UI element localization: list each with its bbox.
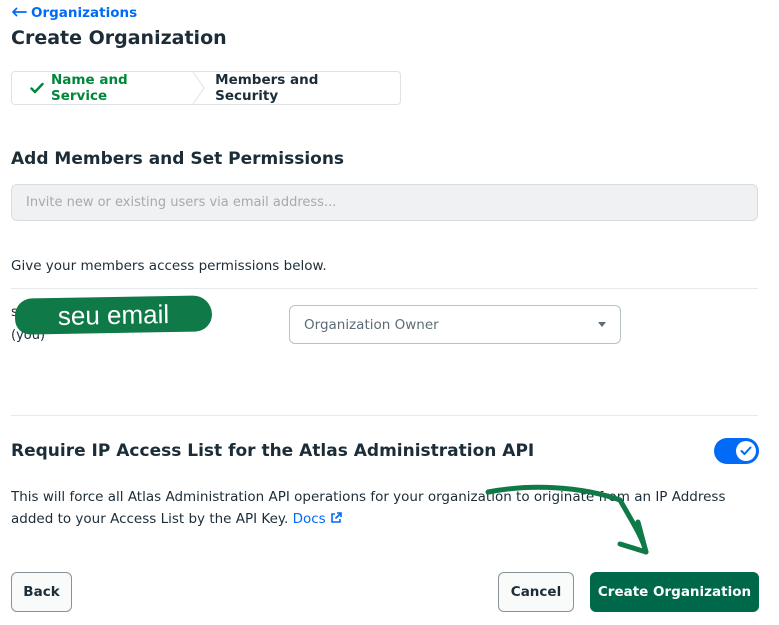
step-label: Name and Service	[51, 72, 128, 104]
caret-down-icon	[598, 322, 606, 327]
docs-link[interactable]: Docs	[293, 511, 342, 527]
members-section-title: Add Members and Set Permissions	[11, 149, 345, 169]
cancel-button[interactable]: Cancel	[498, 572, 574, 612]
back-to-organizations-link[interactable]: Organizations	[11, 5, 137, 21]
step-name-and-service[interactable]: Name and Service	[12, 72, 205, 104]
checkmark-icon	[30, 82, 44, 94]
page-title: Create Organization	[11, 27, 227, 49]
role-select-value: Organization Owner	[304, 316, 439, 333]
toggle-knob	[736, 441, 756, 461]
step-members-and-security[interactable]: Members and Security	[204, 72, 400, 104]
divider	[11, 288, 758, 289]
step-label: Members and Security	[215, 72, 319, 104]
external-link-icon	[330, 511, 342, 527]
redaction-annotation: seu email	[14, 295, 213, 335]
permissions-text: Give your members access permissions bel…	[11, 258, 327, 274]
check-icon	[740, 446, 752, 455]
arrow-left-icon	[11, 5, 27, 21]
annotation-arrow	[485, 484, 649, 555]
step-separator	[193, 72, 205, 104]
back-button[interactable]: Back	[11, 572, 72, 612]
docs-link-label: Docs	[292, 511, 326, 527]
ip-access-toggle[interactable]	[714, 438, 759, 464]
back-link-label: Organizations	[31, 5, 138, 21]
role-select[interactable]: Organization Owner	[289, 305, 621, 344]
ip-access-title: Require IP Access List for the Atlas Adm…	[11, 441, 535, 461]
invite-email-input[interactable]	[11, 184, 758, 221]
stepper: Name and Service Members and Security	[11, 71, 401, 105]
create-organization-button[interactable]: Create Organization	[590, 572, 759, 612]
divider	[11, 415, 758, 416]
